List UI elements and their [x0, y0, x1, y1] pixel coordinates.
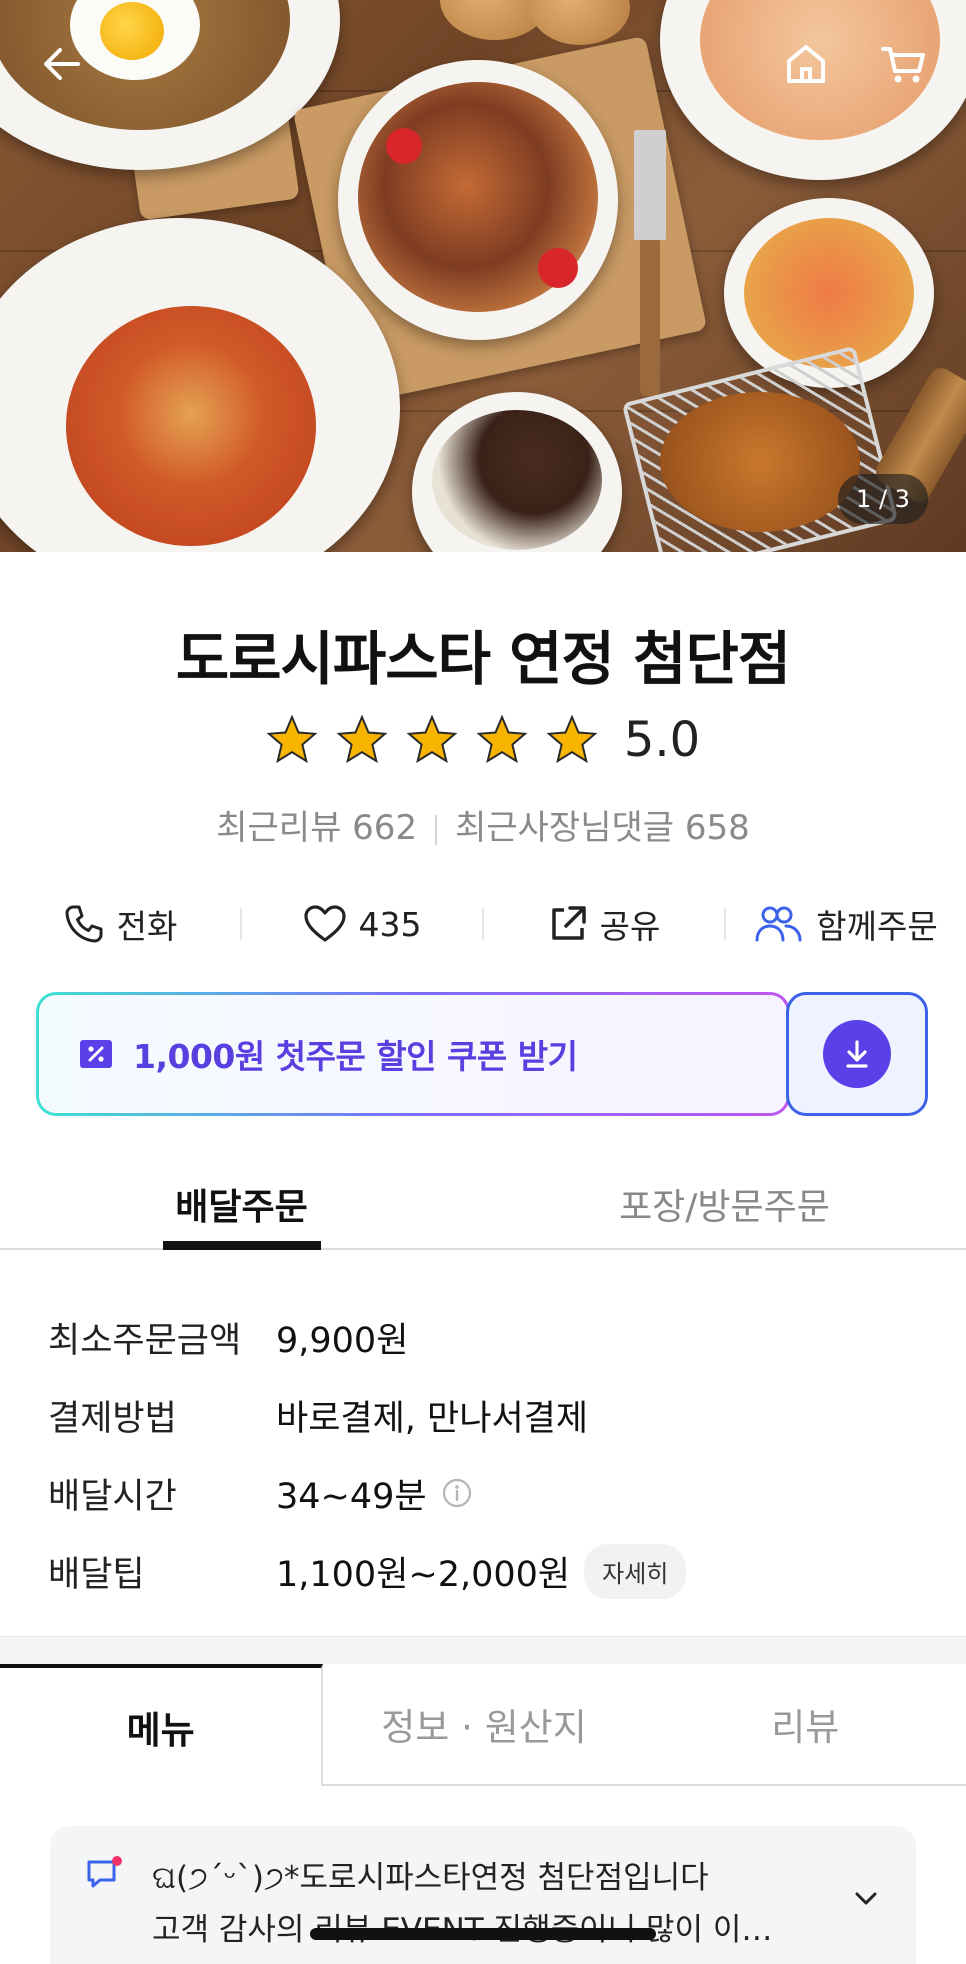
like-button[interactable]: 435: [242, 904, 482, 944]
delivery-tip-detail-button[interactable]: 자세히: [584, 1543, 687, 1599]
delivery-tip-value-group: 1,100원~2,000원 자세히: [276, 1543, 687, 1599]
coupon-icon: [80, 1040, 112, 1068]
fried-chicken: [660, 392, 860, 532]
recent-reviews-count[interactable]: 최근리뷰 662: [216, 808, 417, 848]
home-button[interactable]: [778, 36, 834, 92]
delivery-tip-value: 1,100원~2,000원: [276, 1554, 571, 1595]
first-order-coupon-banner[interactable]: 1,000원 첫주문 할인 쿠폰 받기: [36, 992, 790, 1116]
call-button[interactable]: 전화: [0, 900, 240, 948]
star-icon: [546, 715, 598, 764]
image-counter: 1 / 3: [838, 474, 928, 524]
chevron-down-icon[interactable]: [850, 1882, 882, 1914]
home-indicator: [310, 1928, 656, 1940]
shrimp: [744, 218, 914, 368]
store-notice[interactable]: ଘ(੭ˊᵕˋ)੭*도로시파스타연정 첨단점입니다 고객 감사의 리뷰 EVENT…: [50, 1826, 916, 1964]
delivery-info: 최소주문금액 9,900원 결제방법 바로결제, 만나서결제 배달시간 34~4…: [48, 1298, 928, 1610]
share-button[interactable]: 공유: [484, 900, 724, 948]
payment-label: 결제방법: [48, 1398, 177, 1439]
fork: [640, 236, 660, 396]
review-counts[interactable]: 최근리뷰 662 최근사장님댓글 658: [0, 800, 966, 849]
store-name: 도로시파스타 연정 첨단점: [175, 625, 791, 693]
delivery-time-value: 34~49분: [276, 1476, 427, 1517]
star-icon: [266, 715, 318, 764]
tab-reviews[interactable]: 리뷰: [644, 1664, 966, 1786]
coupon-text: 1,000원 첫주문 할인 쿠폰 받기: [133, 1037, 578, 1076]
min-order-value: 9,900원: [276, 1320, 409, 1361]
home-icon: [787, 45, 825, 83]
cart-icon: [881, 47, 925, 83]
store-content-tabs: 메뉴 정보 · 원산지 리뷰: [0, 1664, 966, 1786]
share-icon: [551, 906, 586, 940]
delivery-time-label: 배달시간: [48, 1476, 177, 1517]
arrow-left-icon: [44, 48, 80, 80]
tomato: [386, 128, 422, 164]
heart-icon: [303, 905, 346, 942]
divider: [435, 814, 438, 845]
notice-icon: [87, 1856, 122, 1888]
cart-button[interactable]: [876, 36, 932, 92]
info-row-delivery-tip: 배달팁 1,100원~2,000원 자세히: [48, 1532, 928, 1610]
tab-pickup-order[interactable]: 포장/방문주문: [483, 1160, 966, 1248]
info-row-delivery-time: 배달시간 34~49분: [48, 1454, 928, 1532]
steak: [432, 410, 602, 550]
star-icon: [476, 715, 528, 764]
tab-delivery-order[interactable]: 배달주문: [0, 1160, 483, 1248]
download-icon-badge: [823, 1020, 891, 1088]
delivery-time-value-group: 34~49분: [276, 1468, 473, 1519]
notice-line-1: ଘ(੭ˊᵕˋ)੭*도로시파스타연정 첨단점입니다: [152, 1860, 709, 1896]
store-actions: 전화 435 공유 함께주문: [0, 894, 966, 954]
share-label: 공유: [599, 907, 661, 946]
info-icon[interactable]: [441, 1477, 473, 1509]
download-icon: [846, 1040, 868, 1068]
back-button[interactable]: [34, 36, 90, 92]
star-icon: [406, 715, 458, 764]
tomato: [538, 248, 578, 288]
tab-info-origin[interactable]: 정보 · 원산지: [323, 1664, 645, 1786]
star-icon: [336, 715, 388, 764]
star-rating: [266, 715, 598, 765]
like-count: 435: [358, 904, 422, 944]
delivery-tip-label: 배달팁: [48, 1554, 145, 1595]
tab-menu[interactable]: 메뉴: [0, 1664, 324, 1786]
payment-value: 바로결제, 만나서결제: [276, 1398, 589, 1439]
store-hero-image[interactable]: 1 / 3: [0, 0, 966, 552]
info-row-min-order: 최소주문금액 9,900원: [48, 1298, 928, 1376]
rating-score: 5.0: [623, 712, 701, 768]
phone-icon: [65, 905, 103, 943]
egg-yolk: [100, 2, 164, 60]
coupon-download-button[interactable]: [786, 992, 928, 1116]
info-row-payment: 결제방법 바로결제, 만나서결제: [48, 1376, 928, 1454]
tomato-pasta: [66, 306, 316, 546]
min-order-label: 최소주문금액: [48, 1320, 242, 1361]
call-label: 전화: [116, 907, 178, 946]
group-order-button[interactable]: 함께주문: [726, 900, 966, 948]
store-rating[interactable]: 5.0: [0, 712, 966, 768]
fork: [634, 130, 666, 240]
owner-replies-count[interactable]: 최근사장님댓글 658: [455, 808, 750, 848]
bread: [530, 0, 630, 45]
section-divider: [0, 1636, 966, 1664]
order-type-tabs: 배달주문 포장/방문주문: [0, 1160, 966, 1250]
group-users-icon: [755, 906, 802, 942]
group-order-label: 함께주문: [816, 907, 938, 946]
